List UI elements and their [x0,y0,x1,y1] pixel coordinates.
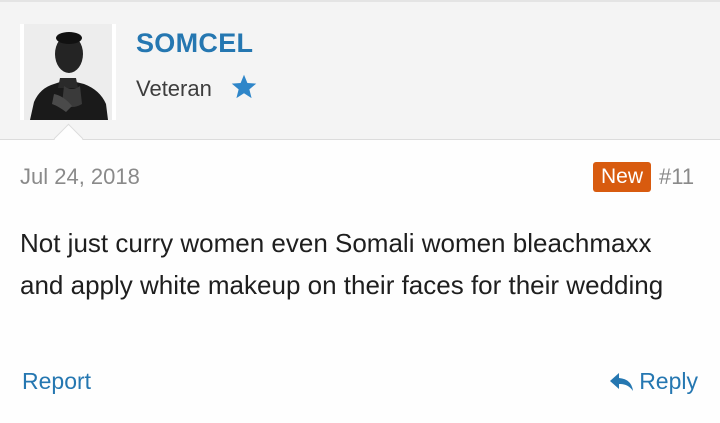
reply-label: Reply [639,368,698,394]
report-link[interactable]: Report [22,368,91,395]
new-badge: New [593,162,652,192]
user-title: Veteran [136,76,212,101]
star-icon [231,74,257,99]
avatar[interactable] [20,24,116,120]
forum-post: SOMCEL Veteran Jul 24, 2018 New #11 Not … [0,0,720,423]
post-author-bar: SOMCEL Veteran [0,0,720,154]
reply-button[interactable]: Reply [609,368,698,395]
reply-icon [610,372,634,391]
username-link[interactable]: SOMCEL [136,28,253,59]
post-message: Not just curry women even Somali women b… [20,228,664,300]
post-date[interactable]: Jul 24, 2018 [20,164,140,190]
author-caret [53,123,84,154]
post-number-link[interactable]: #11 [659,164,694,190]
